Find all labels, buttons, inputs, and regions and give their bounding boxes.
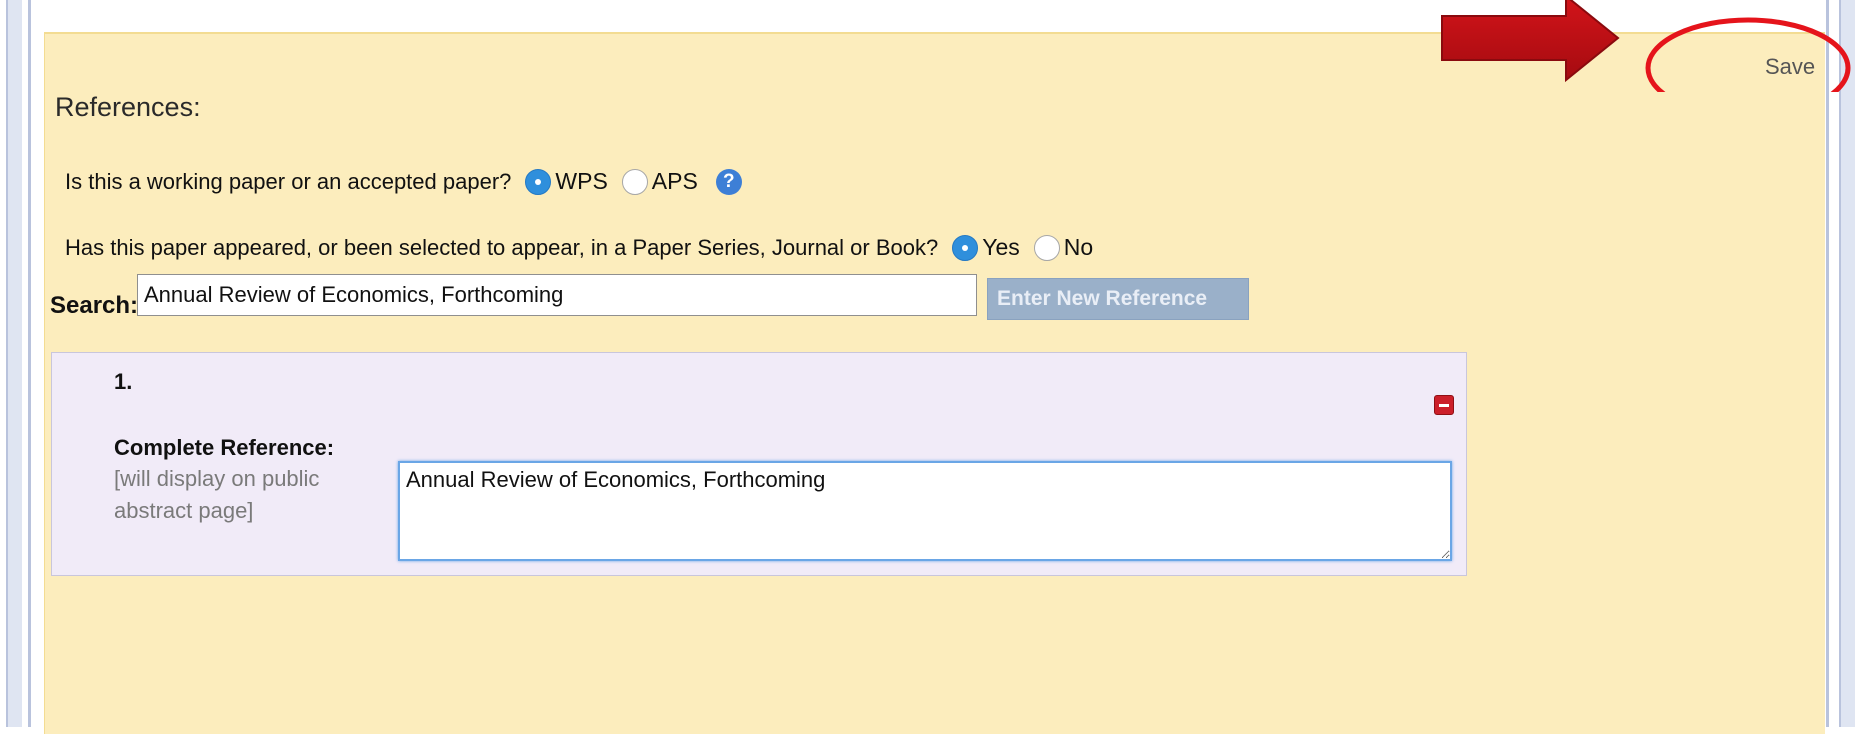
section-title: References: [55, 92, 201, 122]
page-frame: References: Is this a working paper or a… [0, 0, 1866, 734]
paper-type-question: Is this a working paper or an accepted p… [65, 168, 742, 195]
search-label: Search: [50, 292, 139, 319]
right-rail [1826, 0, 1866, 727]
references-panel: References: Is this a working paper or a… [44, 32, 1825, 734]
help-icon[interactable]: ? [715, 168, 742, 195]
radio-yes-label[interactable]: Yes [982, 234, 1020, 261]
reference-entry: 1. Complete Reference: [will display on … [51, 352, 1467, 576]
right-rail-inner [1839, 0, 1855, 727]
radio-no-label[interactable]: No [1064, 234, 1093, 261]
left-rail [0, 0, 31, 727]
radio-aps-label[interactable]: APS [652, 168, 698, 195]
appeared-question: Has this paper appeared, or been selecte… [65, 234, 1093, 261]
search-input[interactable] [137, 274, 977, 316]
reference-number: 1. [114, 369, 133, 394]
paper-type-label: Is this a working paper or an accepted p… [65, 168, 512, 194]
top-strip [28, 0, 1826, 28]
remove-icon[interactable] [1434, 395, 1454, 415]
radio-no[interactable] [1033, 234, 1060, 261]
complete-reference-hint: [will display on public abstract page] [114, 466, 320, 523]
save-button[interactable]: Save [1765, 54, 1815, 80]
complete-reference-textarea[interactable]: Annual Review of Economics, Forthcoming [398, 461, 1452, 561]
radio-yes[interactable] [952, 234, 979, 261]
radio-wps[interactable] [525, 168, 552, 195]
enter-new-reference-button[interactable]: Enter New Reference [987, 278, 1249, 320]
radio-wps-label[interactable]: WPS [555, 168, 607, 195]
radio-aps[interactable] [621, 168, 648, 195]
appeared-label: Has this paper appeared, or been selecte… [65, 234, 939, 260]
complete-reference-label: Complete Reference: [114, 435, 335, 460]
left-rail-inner [6, 0, 22, 727]
